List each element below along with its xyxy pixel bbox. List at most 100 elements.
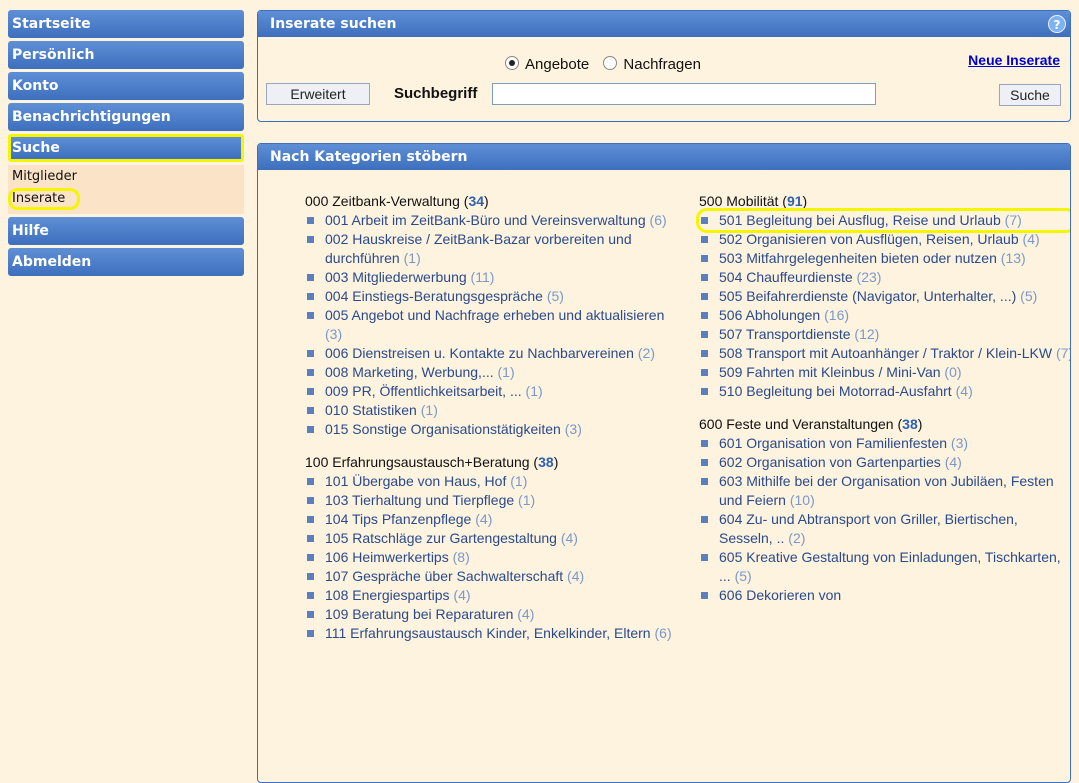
category-item[interactable]: 605 Kreative Gestaltung von Einladungen,… xyxy=(699,548,1070,586)
category-item-label[interactable]: 108 Energiespartips xyxy=(325,587,450,603)
category-item[interactable]: 006 Dienstreisen u. Kontakte zu Nachbarv… xyxy=(305,344,680,363)
search-button[interactable]: Suche xyxy=(999,84,1061,106)
category-item-label[interactable]: 004 Einstiegs-Beratungsgespräche xyxy=(325,288,543,304)
category-item-label[interactable]: 106 Heimwerkertips xyxy=(325,549,449,565)
category-item-label[interactable]: 010 Statistiken xyxy=(325,402,417,418)
category-item[interactable]: 501 Begleitung bei Ausflug, Reise und Ur… xyxy=(696,208,1070,233)
category-item[interactable]: 503 Mitfahrgelegenheiten bieten oder nut… xyxy=(699,249,1070,268)
categories-panel-title: Nach Kategorien stöbern xyxy=(270,149,468,165)
search-input[interactable] xyxy=(492,83,876,105)
category-item[interactable]: 111 Erfahrungsaustausch Kinder, Enkelkin… xyxy=(305,624,680,643)
category-heading-name[interactable]: 100 Erfahrungsaustausch+Beratung xyxy=(305,454,530,470)
category-item[interactable]: 015 Sonstige Organisationstätigkeiten (3… xyxy=(305,420,680,439)
category-item-label[interactable]: 504 Chauffeurdienste xyxy=(719,269,853,285)
category-item[interactable]: 505 Beifahrerdienste (Navigator, Unterha… xyxy=(699,287,1070,306)
category-item-label[interactable]: 508 Transport mit Autoanhänger / Traktor… xyxy=(719,345,1052,361)
category-item[interactable]: 507 Transportdienste (12) xyxy=(699,325,1070,344)
category-item[interactable]: 109 Beratung bei Reparaturen (4) xyxy=(305,605,680,624)
category-item[interactable]: 510 Begleitung bei Motorrad-Ausfahrt (4) xyxy=(699,382,1070,401)
category-item-label[interactable]: 503 Mitfahrgelegenheiten bieten oder nut… xyxy=(719,250,997,266)
help-icon[interactable]: ? xyxy=(1048,15,1066,33)
category-item-label[interactable]: 501 Begleitung bei Ausflug, Reise und Ur… xyxy=(719,212,1001,228)
category-item[interactable]: 108 Energiespartips (4) xyxy=(305,586,680,605)
category-item-label[interactable]: 015 Sonstige Organisationstätigkeiten xyxy=(325,421,561,437)
category-item-label[interactable]: 505 Beifahrerdienste (Navigator, Unterha… xyxy=(719,288,1016,304)
new-ads-link[interactable]: Neue Inserate xyxy=(968,52,1060,68)
category-heading-name[interactable]: 600 Feste und Veranstaltungen xyxy=(699,416,894,432)
category-item[interactable]: 603 Mithilfe bei der Organisation von Ju… xyxy=(699,472,1070,510)
subnav-inserate[interactable]: Inserate xyxy=(8,188,81,210)
category-item[interactable]: 604 Zu- und Abtransport von Griller, Bie… xyxy=(699,510,1070,548)
category-item-label[interactable]: 009 PR, Öffentlichkeitsarbeit, ... xyxy=(325,383,522,399)
category-item[interactable]: 010 Statistiken (1) xyxy=(305,401,680,420)
category-item-label[interactable]: 507 Transportdienste xyxy=(719,326,851,342)
category-item[interactable]: 602 Organisation von Gartenparties (4) xyxy=(699,453,1070,472)
category-item-label[interactable]: 105 Ratschläge zur Gartengestaltung xyxy=(325,530,557,546)
category-heading-count: 38 xyxy=(902,416,918,432)
category-item[interactable]: 002 Hauskreise / ZeitBank-Bazar vorberei… xyxy=(305,230,680,268)
nav-konto[interactable]: Konto xyxy=(8,72,244,100)
advanced-button[interactable]: Erweitert xyxy=(266,83,370,105)
category-item-label[interactable]: 002 Hauskreise / ZeitBank-Bazar vorberei… xyxy=(325,231,632,266)
category-item-label[interactable]: 602 Organisation von Gartenparties xyxy=(719,454,941,470)
category-item-label[interactable]: 605 Kreative Gestaltung von Einladungen,… xyxy=(719,549,1061,584)
category-item-label[interactable]: 606 Dekorieren von xyxy=(719,587,841,603)
category-item-label[interactable]: 111 Erfahrungsaustausch Kinder, Enkelkin… xyxy=(325,625,651,641)
category-item[interactable]: 101 Übergabe von Haus, Hof (1) xyxy=(305,472,680,491)
category-item[interactable]: 105 Ratschläge zur Gartengestaltung (4) xyxy=(305,529,680,548)
category-item-label[interactable]: 008 Marketing, Werbung,... xyxy=(325,364,494,380)
category-item-label[interactable]: 506 Abholungen xyxy=(719,307,820,323)
subnav-mitglieder[interactable]: Mitglieder xyxy=(8,167,244,187)
category-item-count: (12) xyxy=(854,326,880,342)
category-item-label[interactable]: 510 Begleitung bei Motorrad-Ausfahrt xyxy=(719,383,952,399)
category-item[interactable]: 008 Marketing, Werbung,... (1) xyxy=(305,363,680,382)
category-item[interactable]: 601 Organisation von Familienfesten (3) xyxy=(699,434,1070,453)
category-item-count: (5) xyxy=(734,568,752,584)
category-item[interactable]: 107 Gespräche über Sachwalterschaft (4) xyxy=(305,567,680,586)
category-item-label[interactable]: 109 Beratung bei Reparaturen xyxy=(325,606,513,622)
category-item[interactable]: 005 Angebot und Nachfrage erheben und ak… xyxy=(305,306,680,344)
nav-suche[interactable]: Suche xyxy=(8,134,244,162)
category-item-label[interactable]: 003 Mitgliederwerbung xyxy=(325,269,467,285)
category-heading[interactable]: 000 Zeitbank-Verwaltung (34) xyxy=(305,192,685,211)
category-item[interactable]: 103 Tierhaltung und Tierpflege (1) xyxy=(305,491,680,510)
category-item[interactable]: 509 Fahrten mit Kleinbus / Mini-Van (0) xyxy=(699,363,1070,382)
category-item-label[interactable]: 604 Zu- und Abtransport von Griller, Bie… xyxy=(719,511,1018,546)
category-item[interactable]: 606 Dekorieren von xyxy=(699,586,1070,605)
category-heading[interactable]: 600 Feste und Veranstaltungen (38) xyxy=(699,415,1070,434)
category-item-label[interactable]: 107 Gespräche über Sachwalterschaft xyxy=(325,568,563,584)
category-item-label[interactable]: 103 Tierhaltung und Tierpflege xyxy=(325,492,514,508)
category-item[interactable]: 003 Mitgliederwerbung (11) xyxy=(305,268,680,287)
radio-nachfragen-label[interactable]: Nachfragen xyxy=(623,56,701,73)
category-item-label[interactable]: 509 Fahrten mit Kleinbus / Mini-Van xyxy=(719,364,941,380)
category-item[interactable]: 001 Arbeit im ZeitBank-Büro und Vereinsv… xyxy=(305,211,680,230)
radio-angebote[interactable] xyxy=(505,56,519,70)
category-item[interactable]: 009 PR, Öffentlichkeitsarbeit, ... (1) xyxy=(305,382,680,401)
nav-startseite[interactable]: Startseite xyxy=(8,10,244,38)
category-item[interactable]: 508 Transport mit Autoanhänger / Traktor… xyxy=(699,344,1070,363)
category-heading-name[interactable]: 000 Zeitbank-Verwaltung xyxy=(305,193,460,209)
category-item-label[interactable]: 005 Angebot und Nachfrage erheben und ak… xyxy=(325,307,664,323)
nav-benachrichtigungen[interactable]: Benachrichtigungen xyxy=(8,103,244,131)
category-item-label[interactable]: 104 Tips Pfanzenpflege xyxy=(325,511,471,527)
radio-nachfragen[interactable] xyxy=(603,56,618,70)
nav-abmelden[interactable]: Abmelden xyxy=(8,248,244,276)
category-heading[interactable]: 500 Mobilität (91) xyxy=(699,192,1070,211)
category-item-label[interactable]: 001 Arbeit im ZeitBank-Büro und Vereinsv… xyxy=(325,212,646,228)
category-item[interactable]: 104 Tips Pfanzenpflege (4) xyxy=(305,510,680,529)
category-heading-name[interactable]: 500 Mobilität xyxy=(699,193,778,209)
category-item-label[interactable]: 101 Übergabe von Haus, Hof xyxy=(325,473,506,489)
category-item[interactable]: 004 Einstiegs-Beratungsgespräche (5) xyxy=(305,287,680,306)
category-item-label[interactable]: 601 Organisation von Familienfesten xyxy=(719,435,947,451)
category-item[interactable]: 504 Chauffeurdienste (23) xyxy=(699,268,1070,287)
category-item-label[interactable]: 603 Mithilfe bei der Organisation von Ju… xyxy=(719,473,1054,508)
category-item[interactable]: 506 Abholungen (16) xyxy=(699,306,1070,325)
nav-hilfe[interactable]: Hilfe xyxy=(8,217,244,245)
category-item[interactable]: 106 Heimwerkertips (8) xyxy=(305,548,680,567)
radio-angebote-label[interactable]: Angebote xyxy=(525,56,589,73)
category-item-label[interactable]: 006 Dienstreisen u. Kontakte zu Nachbarv… xyxy=(325,345,634,361)
category-item-label[interactable]: 502 Organisieren von Ausflügen, Reisen, … xyxy=(719,231,1019,247)
category-heading[interactable]: 100 Erfahrungsaustausch+Beratung (38) xyxy=(305,453,685,472)
category-item[interactable]: 502 Organisieren von Ausflügen, Reisen, … xyxy=(699,230,1070,249)
nav-persoenlich[interactable]: Persönlich xyxy=(8,41,244,69)
